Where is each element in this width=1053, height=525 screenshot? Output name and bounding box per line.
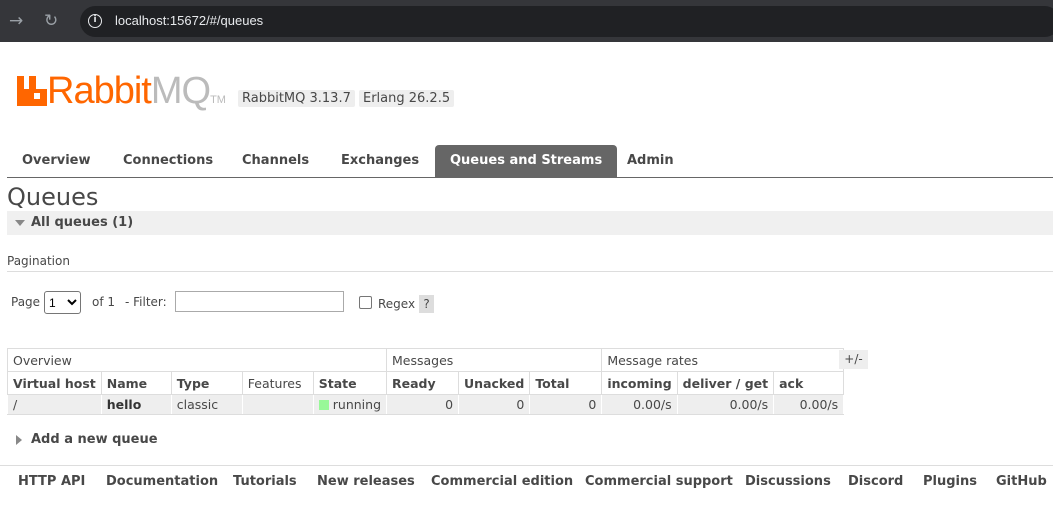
cell-deliver-get: 0.00/s (676, 394, 775, 415)
col-deliver-get[interactable]: deliver / get (676, 371, 775, 395)
page-select[interactable]: 1 (44, 291, 81, 314)
col-total[interactable]: Total (529, 371, 603, 395)
tab-overview[interactable]: Overview (7, 145, 106, 177)
footer-divider (0, 465, 1053, 466)
tab-channels[interactable]: Channels (227, 145, 324, 177)
url-text: localhost:15672/#/queues (115, 13, 264, 28)
regex-label: Regex (378, 297, 416, 311)
cell-state: running (312, 394, 388, 415)
cell-type: classic (170, 394, 243, 415)
cell-total: 0 (529, 394, 603, 415)
browser-toolbar: → ↻ i localhost:15672/#/queues (0, 0, 1053, 42)
cell-features (241, 394, 314, 415)
footer-link-github[interactable]: GitHub (996, 474, 1047, 489)
running-status-icon (318, 400, 329, 410)
footer-link-new-releases[interactable]: New releases (317, 474, 415, 489)
table-row: / hello classic running 0 0 0 0.00/s 0.0… (7, 394, 845, 415)
footer-link-plugins[interactable]: Plugins (923, 474, 977, 489)
rabbitmq-logo[interactable]: RabbitMQTM (17, 72, 226, 119)
col-ack[interactable]: ack (773, 371, 845, 395)
page-count: of 1 (92, 295, 116, 309)
reload-icon[interactable]: ↻ (44, 11, 58, 31)
rabbit-logo-icon (17, 76, 47, 106)
tab-queues-and-streams[interactable]: Queues and Streams (435, 145, 618, 177)
pagination-heading: Pagination (7, 254, 1053, 272)
main-tabs: Overview Connections Channels Exchanges … (7, 145, 1053, 178)
col-unacked[interactable]: Unacked (458, 371, 531, 395)
col-name[interactable]: Name (100, 371, 172, 395)
col-virtual-host[interactable]: Virtual host (7, 371, 102, 395)
version-badge: RabbitMQ 3.13.7 (238, 90, 355, 107)
regex-checkbox[interactable] (359, 296, 372, 309)
cell-incoming: 0.00/s (601, 394, 678, 415)
queue-link-hello[interactable]: hello (100, 394, 172, 415)
footer-link-tutorials[interactable]: Tutorials (233, 474, 297, 489)
section-title: All queues (1) (31, 215, 134, 230)
cell-unacked: 0 (458, 394, 531, 415)
page-title: Queues (7, 183, 99, 211)
footer-link-http-api[interactable]: HTTP API (18, 474, 85, 489)
col-features: Features (241, 371, 314, 395)
expand-triangle-icon (16, 435, 22, 445)
toggle-columns-button[interactable]: +/- (839, 350, 868, 369)
cell-vhost: / (7, 394, 102, 415)
cell-ack: 0.00/s (773, 394, 845, 415)
collapse-triangle-icon (15, 220, 25, 226)
col-state[interactable]: State (312, 371, 388, 395)
tab-admin[interactable]: Admin (612, 145, 689, 177)
regex-help-button[interactable]: ? (419, 295, 434, 313)
group-message-rates: Message rates (601, 348, 845, 372)
col-type[interactable]: Type (170, 371, 243, 395)
filter-input[interactable] (175, 291, 344, 312)
filter-label: - Filter: (125, 295, 167, 309)
cell-ready: 0 (386, 394, 460, 415)
group-overview: Overview (6, 348, 388, 372)
footer-link-commercial-edition[interactable]: Commercial edition (431, 474, 573, 489)
add-queue-toggle[interactable]: Add a new queue (14, 432, 158, 447)
tab-exchanges[interactable]: Exchanges (326, 145, 434, 177)
tab-connections[interactable]: Connections (108, 145, 228, 177)
info-icon[interactable]: i (88, 14, 102, 28)
footer-link-discussions[interactable]: Discussions (745, 474, 831, 489)
footer-link-documentation[interactable]: Documentation (106, 474, 218, 489)
queues-table: Overview Messages Message rates Virtual … (6, 348, 845, 415)
all-queues-section-toggle[interactable]: All queues (1) (7, 211, 1053, 235)
erlang-badge: Erlang 26.2.5 (359, 90, 455, 107)
footer-link-discord[interactable]: Discord (848, 474, 903, 489)
group-messages: Messages (386, 348, 603, 372)
col-incoming[interactable]: incoming (601, 371, 678, 395)
col-ready[interactable]: Ready (386, 371, 460, 395)
address-bar[interactable]: i localhost:15672/#/queues (80, 6, 1053, 37)
forward-icon[interactable]: → (9, 11, 23, 31)
footer-link-commercial-support[interactable]: Commercial support (585, 474, 733, 489)
page-label: Page (11, 295, 41, 309)
